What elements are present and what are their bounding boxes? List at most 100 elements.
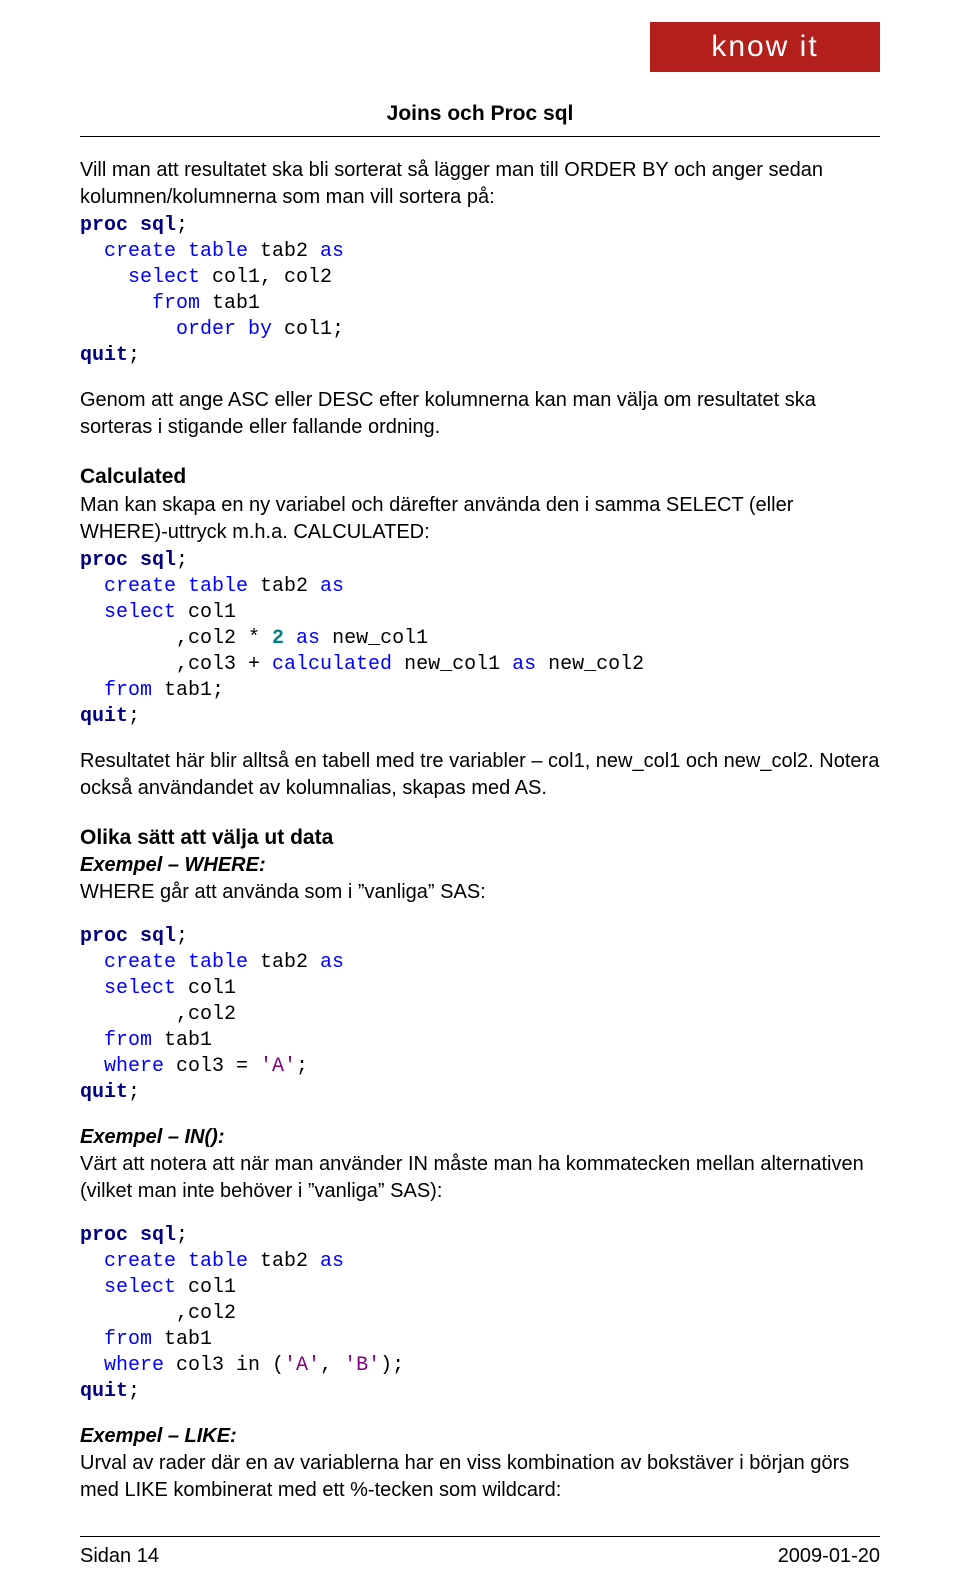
kw-order: order xyxy=(80,318,236,341)
punct: ; xyxy=(128,1081,140,1104)
page-title: Joins och Proc sql xyxy=(80,100,880,128)
ident: new_col1 xyxy=(320,627,428,650)
kw-create: create xyxy=(80,951,176,974)
punct: ; xyxy=(176,1224,188,1247)
kw-where: where xyxy=(80,1354,164,1377)
calculated-paragraph: Man kan skapa en ny variabel och därefte… xyxy=(80,492,880,546)
punct: ); xyxy=(380,1354,404,1377)
punct: ; xyxy=(176,214,188,237)
kw-create: create xyxy=(80,575,176,598)
ident: col1; xyxy=(272,318,344,341)
ident: tab2 xyxy=(248,1250,320,1273)
divider-bottom xyxy=(80,1536,880,1537)
punct: ; xyxy=(296,1055,308,1078)
punct: , xyxy=(320,1354,344,1377)
ident: new_col1 xyxy=(392,653,512,676)
example-in-paragraph: Värt att notera att när man använder IN … xyxy=(80,1151,880,1205)
punct: ; xyxy=(176,925,188,948)
calculated-heading: Calculated xyxy=(80,463,880,491)
ident: col1 xyxy=(176,601,236,624)
kw-create: create xyxy=(80,240,176,263)
kw-as: as xyxy=(512,653,536,676)
str-literal: 'A' xyxy=(284,1354,320,1377)
str-literal: 'A' xyxy=(260,1055,296,1078)
kw-quit: quit xyxy=(80,705,128,728)
kw-sql: sql xyxy=(128,925,176,948)
kw-quit: quit xyxy=(80,344,128,367)
kw-table: table xyxy=(176,951,248,974)
kw-sql: sql xyxy=(128,214,176,237)
ident: ,col2 * xyxy=(80,627,272,650)
kw-as: as xyxy=(320,1250,344,1273)
kw-sql: sql xyxy=(128,1224,176,1247)
example-like-heading: Exempel – LIKE: xyxy=(80,1423,880,1450)
ident: ,col2 xyxy=(80,1003,236,1026)
ident: tab2 xyxy=(248,575,320,598)
ident: ,col3 + xyxy=(80,653,272,676)
result-paragraph: Resultatet här blir alltså en tabell med… xyxy=(80,748,880,802)
page: know it Joins och Proc sql Vill man att … xyxy=(0,0,960,1596)
divider-top xyxy=(80,136,880,137)
kw-from: from xyxy=(80,292,200,315)
code-block-1: proc sql; create table tab2 as select co… xyxy=(80,213,880,369)
kw-create: create xyxy=(80,1250,176,1273)
code-block-3: proc sql; create table tab2 as select co… xyxy=(80,924,880,1106)
page-footer: Sidan 14 2009-01-20 xyxy=(80,1528,880,1570)
intro-paragraph: Vill man att resultatet ska bli sorterat… xyxy=(80,157,880,211)
punct: ; xyxy=(128,705,140,728)
kw-as: as xyxy=(320,575,344,598)
example-like-paragraph: Urval av rader där en av variablerna har… xyxy=(80,1450,880,1504)
kw-quit: quit xyxy=(80,1081,128,1104)
footer-date: 2009-01-20 xyxy=(778,1543,880,1570)
footer-page-number: Sidan 14 xyxy=(80,1543,159,1570)
kw-proc: proc xyxy=(80,214,128,237)
ident: tab1 xyxy=(200,292,260,315)
ident: col3 = xyxy=(164,1055,260,1078)
kw-from: from xyxy=(80,1029,152,1052)
kw-calculated: calculated xyxy=(272,653,392,676)
kw-select: select xyxy=(80,601,176,624)
kw-from: from xyxy=(80,679,152,702)
ident: tab1; xyxy=(152,679,224,702)
kw-as: as xyxy=(284,627,320,650)
kw-as: as xyxy=(320,951,344,974)
code-block-4: proc sql; create table tab2 as select co… xyxy=(80,1223,880,1405)
kw-table: table xyxy=(176,240,248,263)
kw-select: select xyxy=(80,266,200,289)
kw-quit: quit xyxy=(80,1380,128,1403)
str-literal: 'B' xyxy=(344,1354,380,1377)
kw-where: where xyxy=(80,1055,164,1078)
example-where-paragraph: WHERE går att använda som i ”vanliga” SA… xyxy=(80,879,880,906)
ident: tab1 xyxy=(152,1328,212,1351)
punct: ; xyxy=(176,549,188,572)
kw-as: as xyxy=(320,240,344,263)
ident: tab2 xyxy=(248,240,320,263)
kw-select: select xyxy=(80,977,176,1000)
ident: col1 xyxy=(176,977,236,1000)
ident: col1, col2 xyxy=(200,266,332,289)
kw-proc: proc xyxy=(80,549,128,572)
ident: col3 in ( xyxy=(164,1354,284,1377)
kw-select: select xyxy=(80,1276,176,1299)
kw-by: by xyxy=(236,318,272,341)
logo-badge: know it xyxy=(650,22,880,72)
kw-proc: proc xyxy=(80,925,128,948)
ident: new_col2 xyxy=(536,653,644,676)
olika-heading: Olika sätt att välja ut data xyxy=(80,824,880,852)
ident: ,col2 xyxy=(80,1302,236,1325)
kw-sql: sql xyxy=(128,549,176,572)
num-literal: 2 xyxy=(272,627,284,650)
kw-from: from xyxy=(80,1328,152,1351)
punct: ; xyxy=(128,344,140,367)
kw-proc: proc xyxy=(80,1224,128,1247)
asc-desc-paragraph: Genom att ange ASC eller DESC efter kolu… xyxy=(80,387,880,441)
punct: ; xyxy=(128,1380,140,1403)
ident: tab1 xyxy=(152,1029,212,1052)
ident: col1 xyxy=(176,1276,236,1299)
example-in-heading: Exempel – IN(): xyxy=(80,1124,880,1151)
ident: tab2 xyxy=(248,951,320,974)
logo-text: know it xyxy=(711,27,818,68)
example-where-heading: Exempel – WHERE: xyxy=(80,852,880,879)
kw-table: table xyxy=(176,575,248,598)
kw-table: table xyxy=(176,1250,248,1273)
